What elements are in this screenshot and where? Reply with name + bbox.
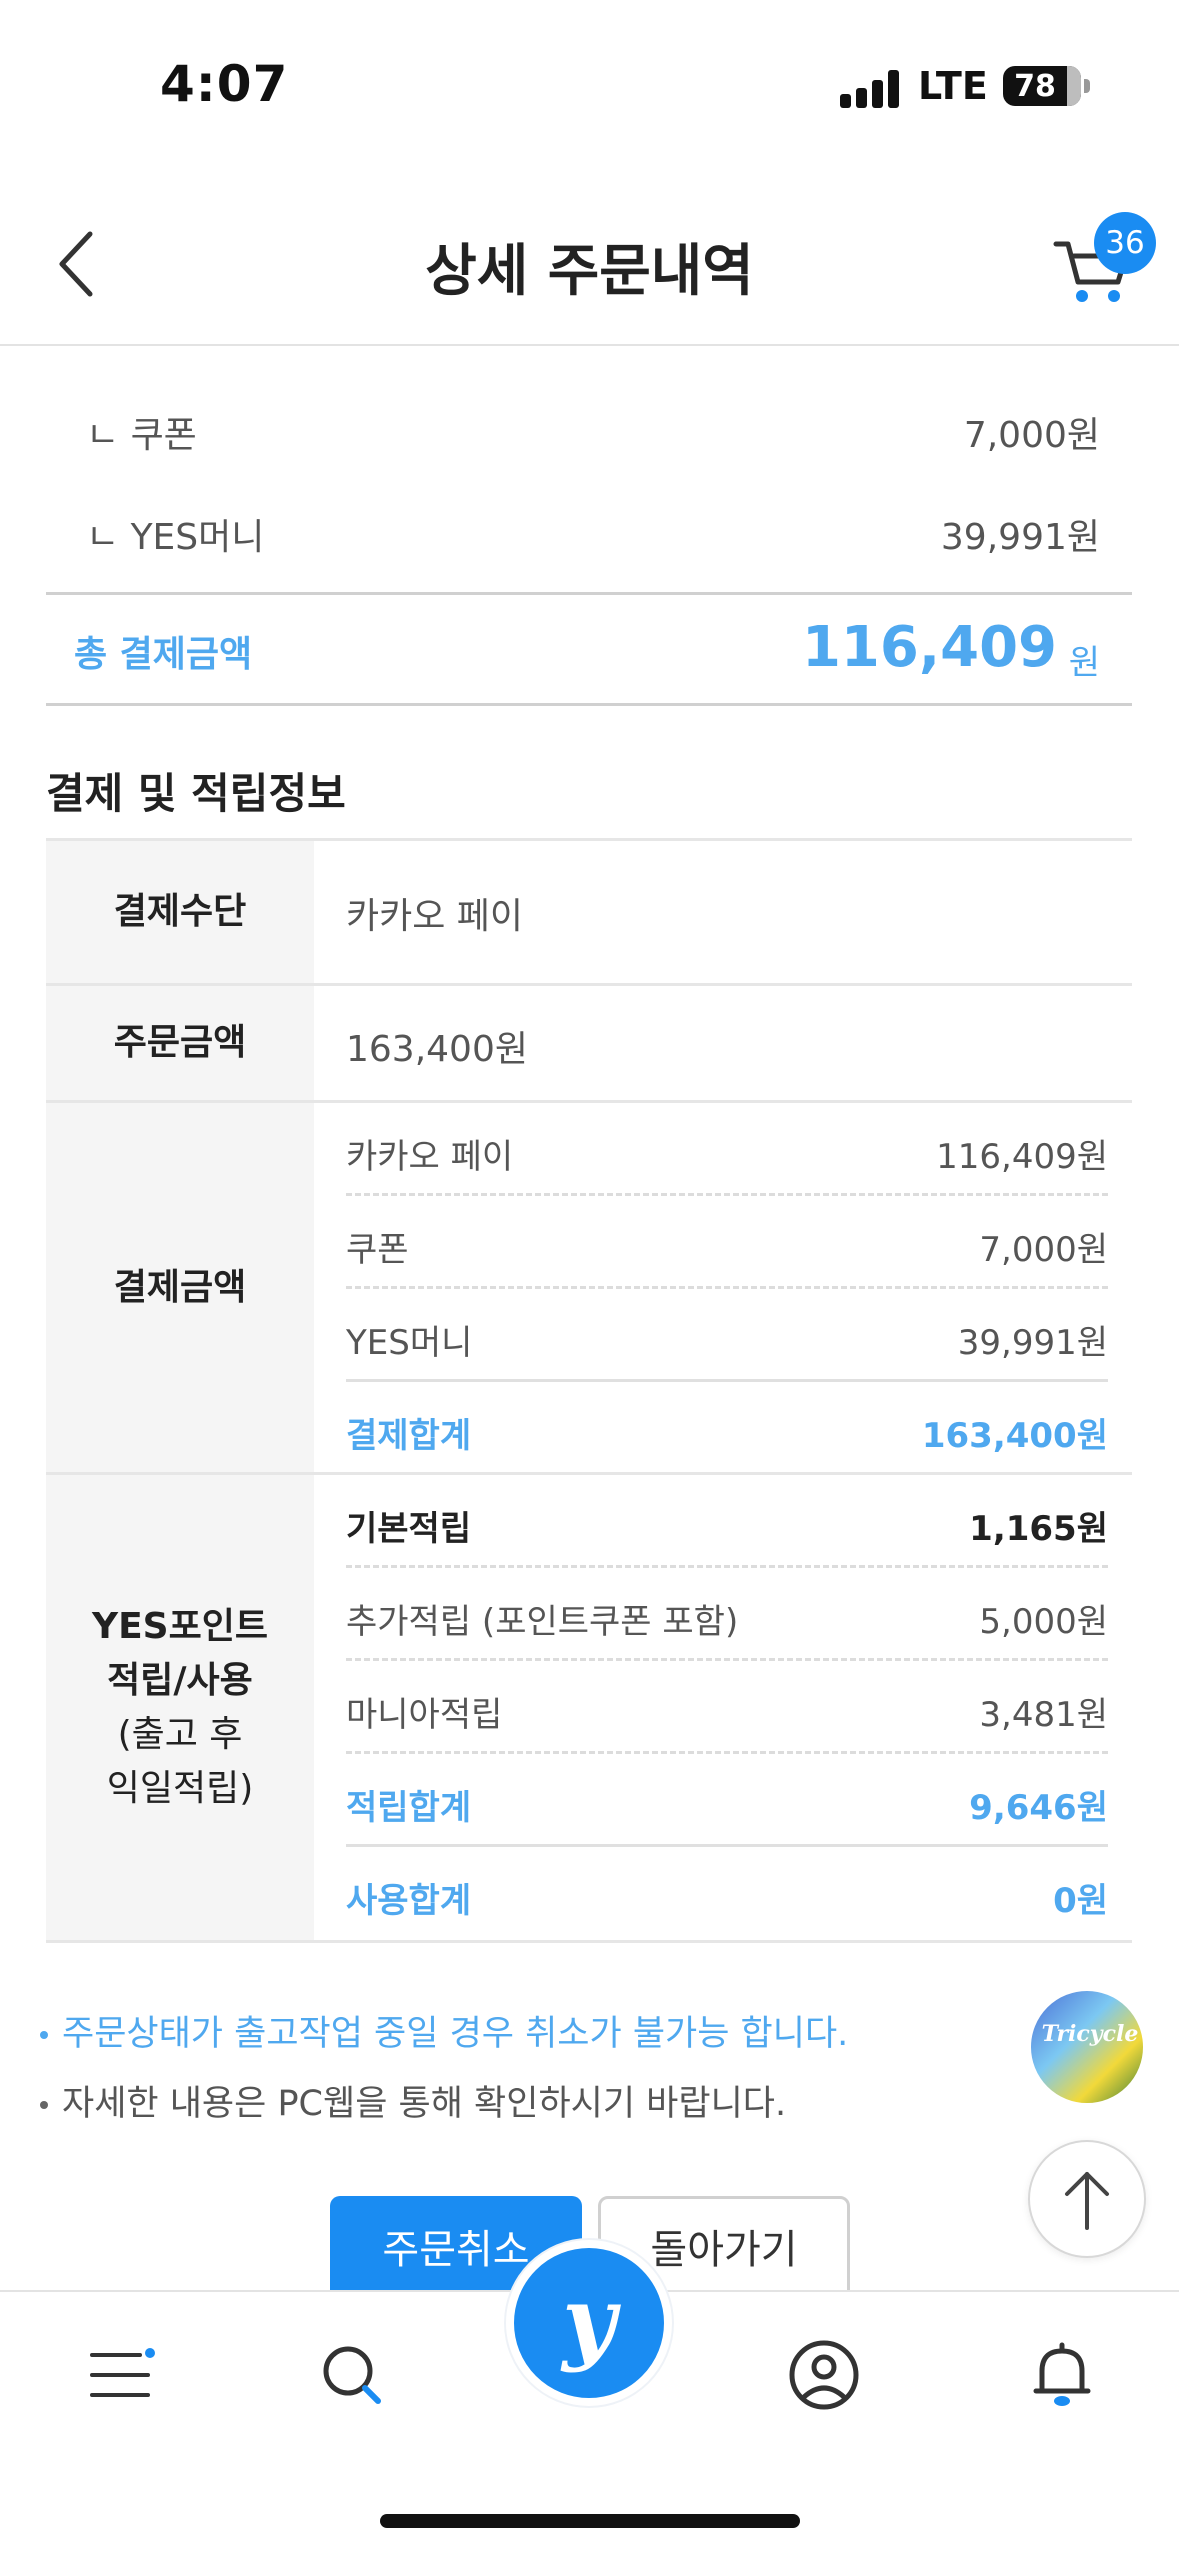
home-indicator bbox=[380, 2514, 800, 2528]
points-header-note: (출고 후 bbox=[117, 1713, 243, 1755]
points-header-line: YES포인트 bbox=[92, 1605, 268, 1647]
yes24-logo: y bbox=[562, 2266, 616, 2374]
points-mania: 마니아적립 3,481원 bbox=[346, 1661, 1108, 1754]
points-item-label: 추가적립 (포인트쿠폰 포함) bbox=[346, 1602, 739, 1642]
points-header-note: 익일적립) bbox=[106, 1767, 254, 1809]
page-title: 상세 주문내역 bbox=[425, 239, 754, 304]
total-payment-unit: 원 bbox=[1068, 643, 1100, 683]
method-header: 결제수단 bbox=[46, 841, 314, 983]
total-payment-row: 총 결제금액 116,409 원 bbox=[46, 592, 1132, 706]
paid-total: 결제합계 163,400원 bbox=[346, 1382, 1108, 1475]
used-total-label: 사용합계 bbox=[346, 1881, 472, 1921]
paid-item-value: 39,991원 bbox=[957, 1323, 1108, 1363]
header: 상세 주문내역 36 bbox=[0, 150, 1179, 346]
battery-icon: 78 bbox=[1003, 66, 1090, 106]
summary-coupon-value: 7,000원 bbox=[963, 415, 1100, 456]
album-thumbnail[interactable]: Tricycle bbox=[1028, 1988, 1146, 2106]
arrow-up-icon bbox=[1065, 2172, 1109, 2230]
bullet-icon bbox=[40, 2031, 48, 2039]
paid-item-kakaopay: 카카오 페이 116,409원 bbox=[346, 1103, 1108, 1196]
order-amount-header: 주문금액 bbox=[46, 986, 314, 1100]
paid-item-value: 7,000원 bbox=[979, 1230, 1108, 1270]
battery-level: 78 bbox=[1014, 69, 1056, 104]
method-value: 카카오 페이 bbox=[346, 896, 524, 937]
points-item-value: 5,000원 bbox=[979, 1602, 1108, 1642]
bell-icon[interactable] bbox=[1022, 2335, 1102, 2415]
signal-icon bbox=[840, 68, 900, 108]
points-total-label: 적립합계 bbox=[346, 1788, 472, 1828]
paid-total-label: 결제합계 bbox=[346, 1416, 472, 1456]
order-amount-value: 163,400원 bbox=[346, 1029, 528, 1070]
summary-coupon-row: ㄴ 쿠폰 7,000원 bbox=[46, 400, 1132, 460]
points-header-line: 적립/사용 bbox=[107, 1659, 253, 1701]
points-item-label: 마니아적립 bbox=[346, 1695, 503, 1735]
thumbnail-text: Tricycle bbox=[1041, 2021, 1139, 2047]
menu-icon[interactable] bbox=[84, 2335, 164, 2415]
cart-count-badge: 36 bbox=[1094, 212, 1156, 274]
network-label: LTE bbox=[918, 64, 988, 108]
summary-yesmoney-label: ㄴ YES머니 bbox=[86, 517, 265, 558]
used-total-value: 0원 bbox=[1053, 1881, 1108, 1921]
search-icon[interactable] bbox=[312, 2335, 392, 2415]
paid-item-value: 116,409원 bbox=[936, 1137, 1108, 1177]
paid-item-label: YES머니 bbox=[346, 1323, 473, 1363]
points-item-label: 기본적립 bbox=[346, 1509, 472, 1549]
payment-info-table: 결제수단 카카오 페이 주문금액 163,400원 결제금액 카카오 페이 11… bbox=[46, 838, 1132, 1943]
points-item-value: 1,165원 bbox=[969, 1509, 1108, 1549]
used-total: 사용합계 0원 bbox=[346, 1847, 1108, 1940]
points-total-value: 9,646원 bbox=[969, 1788, 1108, 1828]
notice-text: 자세한 내용은 PC웹을 통해 확인하시기 바랍니다. bbox=[62, 2084, 787, 2124]
points-basic: 기본적립 1,165원 bbox=[346, 1475, 1108, 1568]
paid-item-yesmoney: YES머니 39,991원 bbox=[346, 1289, 1108, 1382]
scroll-top-button[interactable] bbox=[1028, 2140, 1146, 2258]
paid-amount-row: 결제금액 카카오 페이 116,409원 쿠폰 7,000원 YES머니 39,… bbox=[46, 1103, 1132, 1475]
summary-yesmoney-row: ㄴ YES머니 39,991원 bbox=[46, 502, 1132, 562]
points-header: YES포인트 적립/사용 (출고 후 익일적립) bbox=[46, 1475, 314, 1940]
notice-cancel: 주문상태가 출고작업 중일 경우 취소가 불가능 합니다. bbox=[40, 2005, 848, 2056]
paid-item-coupon: 쿠폰 7,000원 bbox=[346, 1196, 1108, 1289]
status-bar: 4:07 LTE 78 bbox=[0, 0, 1179, 150]
points-total: 적립합계 9,646원 bbox=[346, 1754, 1108, 1847]
paid-item-label: 쿠폰 bbox=[346, 1230, 409, 1270]
status-time: 4:07 bbox=[160, 55, 289, 113]
total-payment-label: 총 결제금액 bbox=[74, 634, 253, 675]
paid-amount-header: 결제금액 bbox=[46, 1103, 314, 1472]
notice-text: 주문상태가 출고작업 중일 경우 취소가 불가능 합니다. bbox=[62, 2014, 849, 2054]
home-button[interactable]: y bbox=[506, 2240, 672, 2406]
section-title: 결제 및 적립정보 bbox=[46, 769, 346, 818]
paid-item-label: 카카오 페이 bbox=[346, 1137, 514, 1177]
notice-pc: 자세한 내용은 PC웹을 통해 확인하시기 바랍니다. bbox=[40, 2075, 786, 2126]
bullet-icon bbox=[40, 2101, 48, 2109]
points-row: YES포인트 적립/사용 (출고 후 익일적립) 기본적립 1,165원 추가적… bbox=[46, 1475, 1132, 1943]
paid-total-value: 163,400원 bbox=[921, 1416, 1108, 1456]
summary-coupon-label: ㄴ 쿠폰 bbox=[86, 415, 197, 456]
order-amount-row: 주문금액 163,400원 bbox=[46, 986, 1132, 1103]
my-page-icon[interactable] bbox=[784, 2335, 864, 2415]
points-extra: 추가적립 (포인트쿠폰 포함) 5,000원 bbox=[346, 1568, 1108, 1661]
points-item-value: 3,481원 bbox=[979, 1695, 1108, 1735]
method-row: 결제수단 카카오 페이 bbox=[46, 841, 1132, 986]
summary-yesmoney-value: 39,991원 bbox=[940, 517, 1100, 558]
total-payment-amount: 116,409 bbox=[801, 615, 1057, 680]
